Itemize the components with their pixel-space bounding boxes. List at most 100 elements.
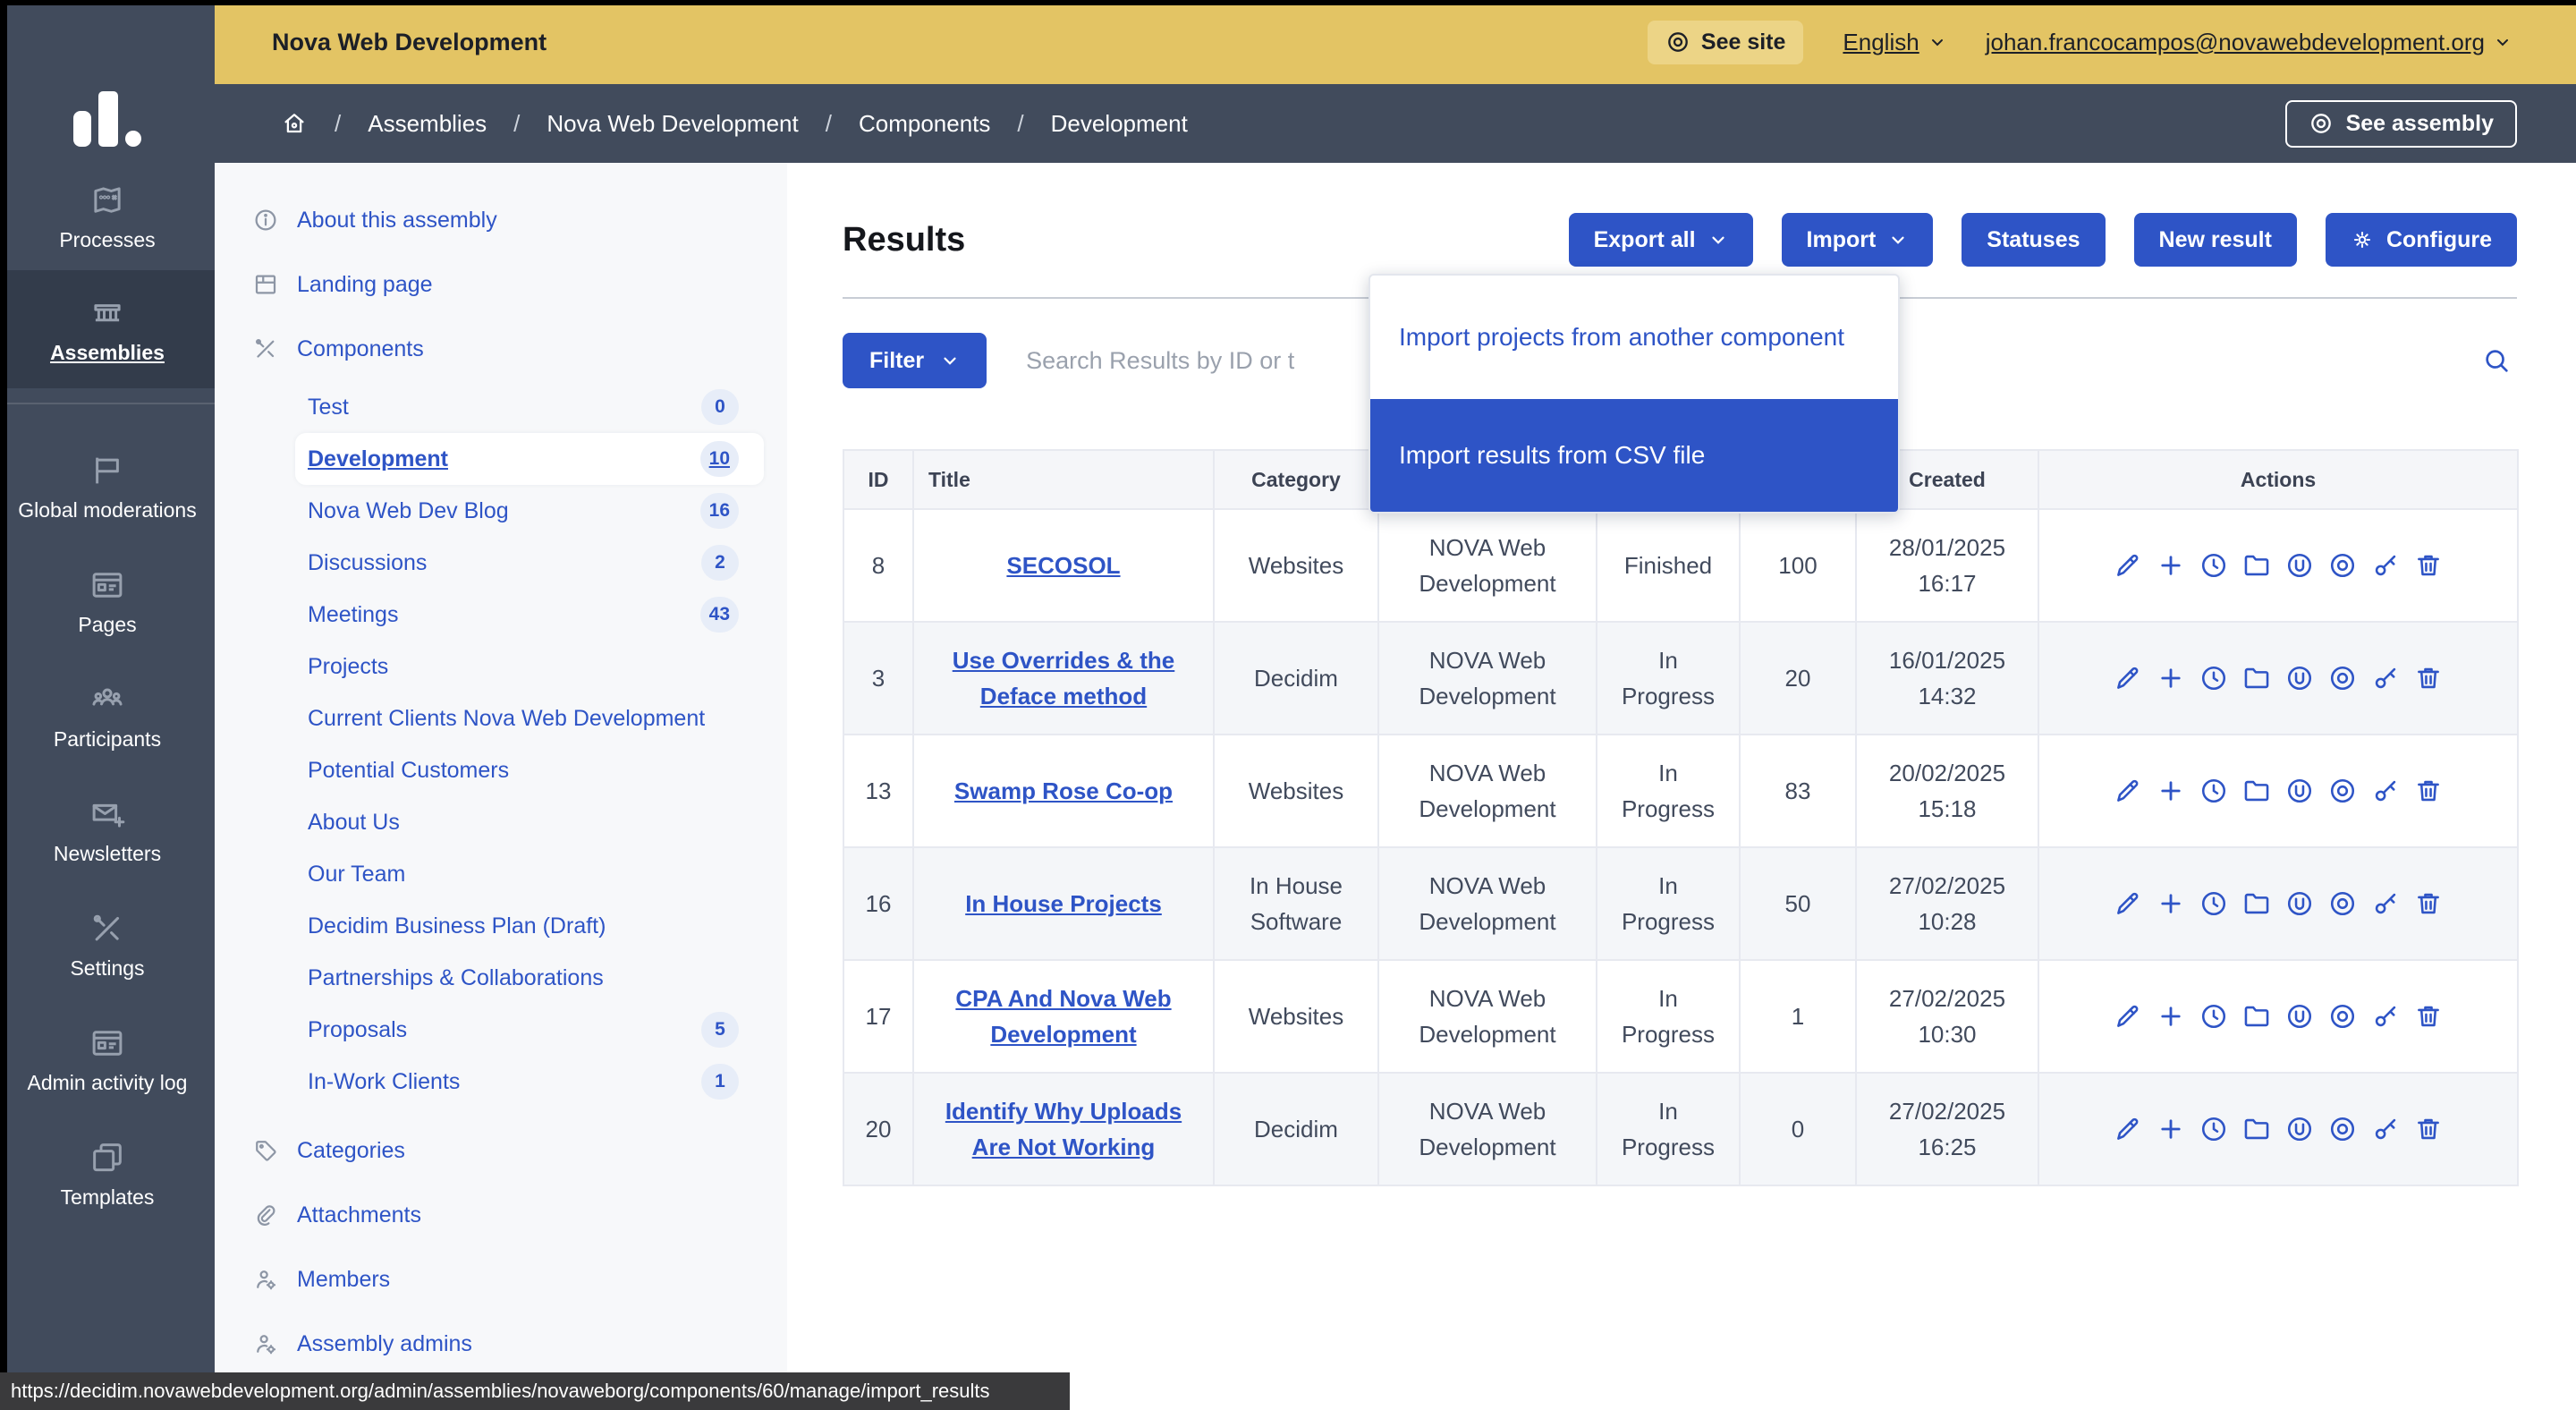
component-item-our-team[interactable]: Our Team xyxy=(215,848,787,900)
folder-icon[interactable] xyxy=(2241,663,2272,693)
menu-about-assembly[interactable]: About this assembly xyxy=(215,188,787,252)
user-menu[interactable]: johan.francocampos@novawebdevelopment.or… xyxy=(1986,29,2512,56)
permissions-key-icon[interactable] xyxy=(2370,1114,2401,1144)
history-icon[interactable] xyxy=(2199,776,2229,806)
see-assembly-button[interactable]: See assembly xyxy=(2285,100,2517,148)
preview-icon[interactable] xyxy=(2327,888,2358,919)
preview-icon[interactable] xyxy=(2327,1114,2358,1144)
component-item-discussions[interactable]: Discussions2 xyxy=(215,537,787,589)
preview-icon[interactable] xyxy=(2327,1001,2358,1032)
result-title-link[interactable]: Identify Why Uploads Are Not Working xyxy=(945,1098,1182,1160)
edit-icon[interactable] xyxy=(2113,888,2143,919)
result-title-link[interactable]: In House Projects xyxy=(965,890,1162,917)
home-icon[interactable] xyxy=(281,110,308,137)
component-item-projects[interactable]: Projects xyxy=(215,641,787,692)
add-icon[interactable] xyxy=(2156,663,2186,693)
permissions-key-icon[interactable] xyxy=(2370,776,2401,806)
delete-icon[interactable] xyxy=(2413,776,2444,806)
add-icon[interactable] xyxy=(2156,1114,2186,1144)
menu-item-import-csv[interactable]: Import results from CSV file xyxy=(1370,399,1898,512)
edit-icon[interactable] xyxy=(2113,776,2143,806)
export-all-button[interactable]: Export all xyxy=(1569,213,1753,267)
history-icon[interactable] xyxy=(2199,550,2229,581)
add-icon[interactable] xyxy=(2156,888,2186,919)
preview-icon[interactable] xyxy=(2327,550,2358,581)
add-icon[interactable] xyxy=(2156,1001,2186,1032)
preview-icon[interactable] xyxy=(2327,776,2358,806)
see-site-button[interactable]: See site xyxy=(1648,21,1804,64)
component-item-proposals[interactable]: Proposals5 xyxy=(215,1004,787,1056)
edit-icon[interactable] xyxy=(2113,1114,2143,1144)
sidebar-item-assemblies[interactable]: Assemblies xyxy=(0,270,215,388)
component-item-potential-customers[interactable]: Potential Customers xyxy=(215,744,787,796)
statuses-button[interactable]: Statuses xyxy=(1962,213,2105,267)
breadcrumb-assembly[interactable]: Nova Web Development xyxy=(547,110,798,138)
result-title-link[interactable]: Swamp Rose Co-op xyxy=(954,777,1173,804)
permissions-key-icon[interactable] xyxy=(2370,1001,2401,1032)
component-item-development[interactable]: Development10 xyxy=(295,433,764,485)
menu-categories[interactable]: Categories xyxy=(215,1118,787,1183)
sidebar-item-processes[interactable]: Processes xyxy=(0,163,215,270)
delete-icon[interactable] xyxy=(2413,550,2444,581)
history-icon[interactable] xyxy=(2199,1001,2229,1032)
configure-button[interactable]: Configure xyxy=(2326,213,2517,267)
language-selector[interactable]: English xyxy=(1843,29,1945,56)
component-item-decidim-business-plan[interactable]: Decidim Business Plan (Draft) xyxy=(215,900,787,952)
folder-icon[interactable] xyxy=(2241,776,2272,806)
breadcrumb-components[interactable]: Components xyxy=(859,110,990,138)
permissions-key-icon[interactable] xyxy=(2370,663,2401,693)
breadcrumb-assemblies[interactable]: Assemblies xyxy=(368,110,487,138)
history-icon[interactable] xyxy=(2199,663,2229,693)
result-title-link[interactable]: SECOSOL xyxy=(1006,552,1120,579)
delete-icon[interactable] xyxy=(2413,663,2444,693)
sidebar-item-settings[interactable]: Settings xyxy=(0,888,215,1002)
component-item-about-us[interactable]: About Us xyxy=(215,796,787,848)
delete-icon[interactable] xyxy=(2413,1001,2444,1032)
folder-icon[interactable] xyxy=(2241,1114,2272,1144)
sidebar-item-global-moderations[interactable]: Global moderations xyxy=(0,429,215,544)
sidebar-item-admin-activity-log[interactable]: Admin activity log xyxy=(0,1002,215,1117)
menu-item-import-projects[interactable]: Import projects from another component xyxy=(1370,276,1898,399)
attachments-icon[interactable] xyxy=(2284,776,2315,806)
add-icon[interactable] xyxy=(2156,776,2186,806)
new-result-button[interactable]: New result xyxy=(2134,213,2297,267)
search-icon[interactable] xyxy=(2481,345,2512,376)
attachments-icon[interactable] xyxy=(2284,663,2315,693)
add-icon[interactable] xyxy=(2156,550,2186,581)
delete-icon[interactable] xyxy=(2413,888,2444,919)
attachments-icon[interactable] xyxy=(2284,550,2315,581)
permissions-key-icon[interactable] xyxy=(2370,550,2401,581)
folder-icon[interactable] xyxy=(2241,1001,2272,1032)
sidebar-item-templates[interactable]: Templates xyxy=(0,1117,215,1231)
component-item-meetings[interactable]: Meetings43 xyxy=(215,589,787,641)
history-icon[interactable] xyxy=(2199,888,2229,919)
breadcrumb-current[interactable]: Development xyxy=(1051,110,1188,138)
attachments-icon[interactable] xyxy=(2284,888,2315,919)
menu-components[interactable]: Components xyxy=(215,317,787,381)
edit-icon[interactable] xyxy=(2113,1001,2143,1032)
attachments-icon[interactable] xyxy=(2284,1114,2315,1144)
sidebar-item-newsletters[interactable]: Newsletters xyxy=(0,773,215,888)
filter-button[interactable]: Filter xyxy=(843,333,987,388)
menu-members[interactable]: Members xyxy=(215,1247,787,1312)
sidebar-item-pages[interactable]: Pages xyxy=(0,544,215,658)
menu-assembly-admins[interactable]: Assembly admins xyxy=(215,1312,787,1376)
sidebar-item-participants[interactable]: Participants xyxy=(0,658,215,773)
import-button[interactable]: Import xyxy=(1782,213,1934,267)
permissions-key-icon[interactable] xyxy=(2370,888,2401,919)
folder-icon[interactable] xyxy=(2241,550,2272,581)
history-icon[interactable] xyxy=(2199,1114,2229,1144)
component-item-partnerships[interactable]: Partnerships & Collaborations xyxy=(215,952,787,1004)
menu-landing-page[interactable]: Landing page xyxy=(215,252,787,317)
component-item-nova-web-dev-blog[interactable]: Nova Web Dev Blog16 xyxy=(215,485,787,537)
menu-attachments[interactable]: Attachments xyxy=(215,1183,787,1247)
edit-icon[interactable] xyxy=(2113,550,2143,581)
result-title-link[interactable]: Use Overrides & the Deface method xyxy=(953,647,1175,709)
component-item-in-work-clients[interactable]: In-Work Clients1 xyxy=(215,1056,787,1108)
attachments-icon[interactable] xyxy=(2284,1001,2315,1032)
component-item-test[interactable]: Test0 xyxy=(215,381,787,433)
delete-icon[interactable] xyxy=(2413,1114,2444,1144)
result-title-link[interactable]: CPA And Nova Web Development xyxy=(955,985,1171,1048)
preview-icon[interactable] xyxy=(2327,663,2358,693)
component-item-current-clients[interactable]: Current Clients Nova Web Development xyxy=(215,692,787,744)
